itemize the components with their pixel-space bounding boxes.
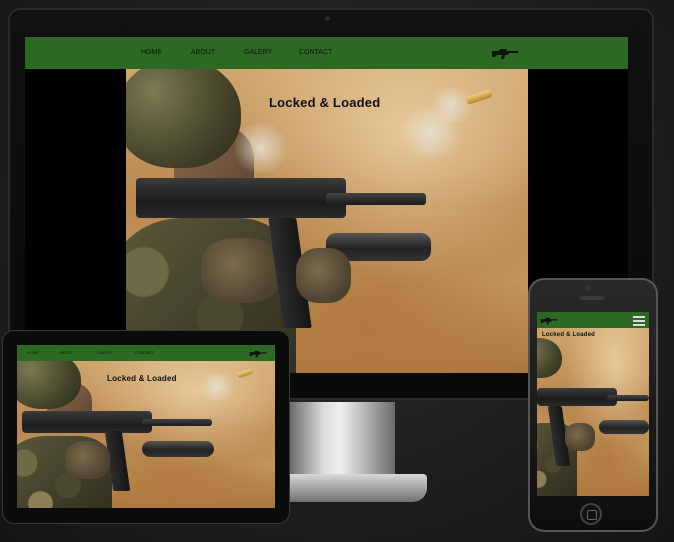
soldier-glove — [201, 238, 281, 303]
grenade-launcher — [142, 441, 214, 457]
hero-title: Locked & Loaded — [269, 95, 381, 110]
soldier-glove — [296, 248, 351, 303]
nav-galery-link[interactable]: GALERY — [244, 49, 272, 56]
rifle-body — [537, 388, 617, 406]
phone-home-button[interactable] — [580, 503, 602, 525]
nav-galery-link[interactable]: GALERY — [97, 350, 113, 355]
hero-title: Locked & Loaded — [107, 374, 177, 383]
rifle-barrel — [142, 419, 212, 426]
soldier-glove — [565, 423, 595, 451]
rifle-icon[interactable] — [540, 316, 558, 325]
nav-about-link[interactable]: ABOUT — [191, 49, 215, 56]
monitor-stand — [285, 402, 395, 476]
nav-contact-link[interactable]: CONTACT — [135, 350, 154, 355]
hero-image — [17, 361, 275, 508]
soldier-helmet — [126, 68, 241, 168]
nav-contact-link[interactable]: CONTACT — [299, 49, 332, 56]
nav-home-link[interactable]: HOME — [141, 49, 162, 56]
bullet-shell — [465, 89, 493, 105]
rifle-icon[interactable] — [491, 46, 519, 60]
top-navbar: HOME ABOUT GALERY CONTACT — [25, 37, 628, 69]
top-navbar: HOME ABOUT GALERY CONTACT — [17, 345, 275, 361]
hamburger-icon[interactable] — [633, 316, 645, 326]
rifle-body — [136, 178, 346, 218]
rifle-barrel — [607, 395, 649, 401]
phone-screen: Locked & Loaded — [537, 312, 649, 496]
top-navbar — [537, 312, 649, 328]
nav-about-link[interactable]: ABOUT — [59, 350, 73, 355]
phone-camera — [586, 286, 591, 291]
nav-home-link[interactable]: HOME — [27, 350, 39, 355]
tablet-screen: Locked & Loaded HOME ABOUT GALERY CONTAC… — [17, 345, 275, 508]
bullet-shell — [236, 368, 254, 379]
hero-image — [126, 68, 528, 373]
rifle-icon[interactable] — [249, 349, 267, 358]
grenade-launcher — [599, 420, 649, 434]
monitor-camera — [325, 16, 330, 21]
soldier-glove — [65, 441, 110, 479]
soldier-helmet — [537, 338, 562, 378]
hero-image — [537, 328, 649, 496]
smoke-trail — [197, 373, 237, 401]
hero-title: Locked & Loaded — [542, 332, 596, 338]
rifle-body — [22, 411, 152, 433]
muzzle-smoke — [231, 123, 291, 173]
smoke-trail — [426, 88, 476, 123]
phone-speaker — [580, 296, 604, 300]
rifle-barrel — [326, 193, 426, 205]
